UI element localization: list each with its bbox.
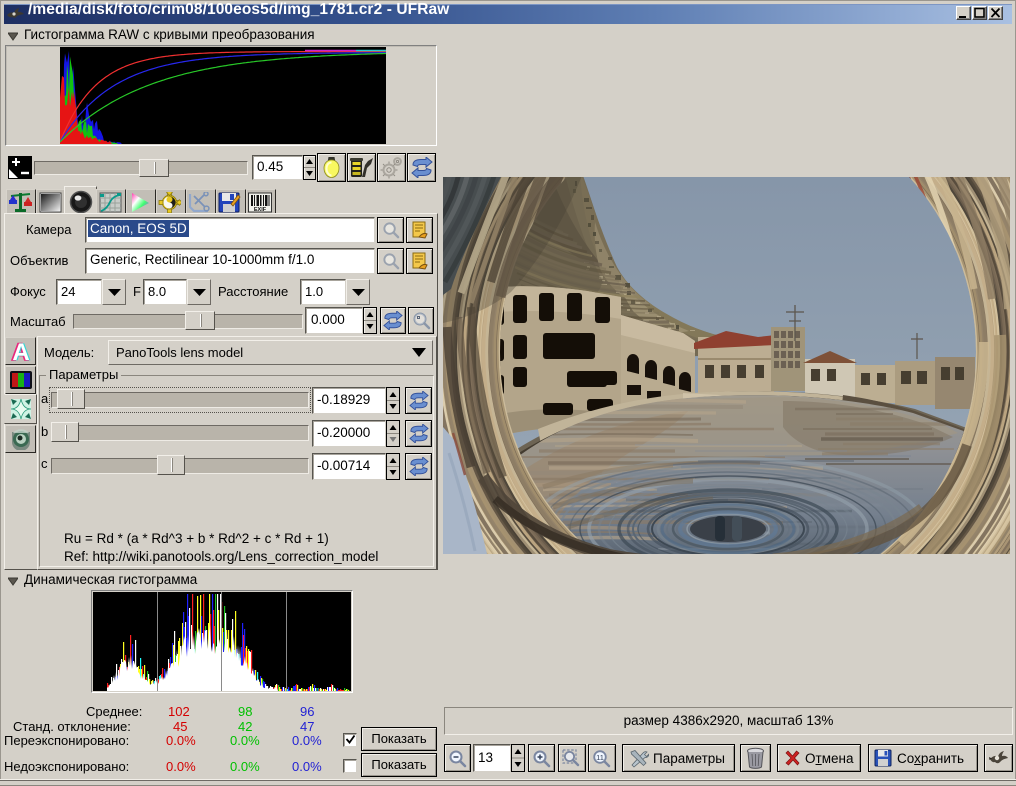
svg-text:A: A [12, 339, 29, 364]
svg-text:11: 11 [596, 753, 604, 762]
